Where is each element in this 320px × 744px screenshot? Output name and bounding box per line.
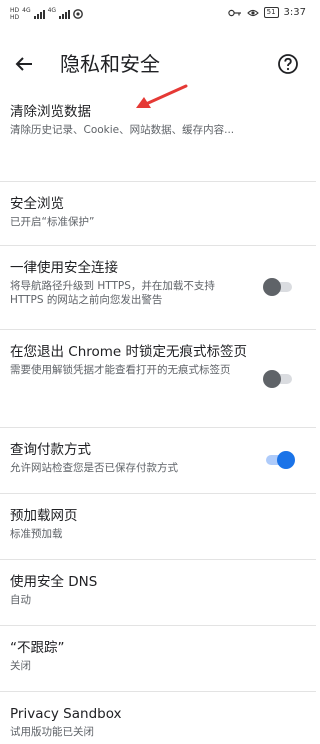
- battery-icon: 51: [263, 7, 279, 18]
- key-icon: [227, 9, 241, 16]
- setting-title: “不跟踪”: [10, 640, 65, 656]
- signal-icon: [59, 9, 71, 19]
- setting-title: 清除浏览数据: [10, 104, 91, 120]
- setting-safe-browsing[interactable]: 安全浏览 已开启“标准保护”: [0, 182, 316, 246]
- setting-secure-dns[interactable]: 使用安全 DNS 自动: [0, 560, 316, 626]
- setting-title: Privacy Sandbox: [10, 706, 122, 722]
- status-bar: HD HD 4G 4G 51 3:37: [0, 0, 316, 32]
- setting-privacy-sandbox[interactable]: Privacy Sandbox 试用版功能已关闭: [0, 692, 316, 744]
- setting-subtitle: 自动: [10, 594, 31, 606]
- setting-subtitle: 已开启“标准保护”: [10, 216, 95, 228]
- setting-lock-incognito-tabs[interactable]: 在您退出 Chrome 时锁定无痕式标签页 需要使用解锁凭据才能查看打开的无痕式…: [0, 330, 316, 428]
- net-top-label: HD: [10, 7, 20, 14]
- status-right: 51 3:37: [227, 7, 306, 18]
- setting-subtitle: 允许网站检查您是否已保存付款方式: [10, 462, 178, 474]
- toggle-switch[interactable]: [264, 451, 295, 469]
- status-left: HD HD 4G 4G: [10, 7, 83, 21]
- setting-title: 预加载网页: [10, 508, 78, 524]
- setting-subtitle: 需要使用解锁凭据才能查看打开的无痕式标签页: [10, 364, 231, 376]
- signal-icon: [33, 9, 45, 19]
- net-bottom-label: HD: [10, 14, 20, 21]
- gen1-label: 4G: [22, 7, 31, 14]
- back-button[interactable]: [8, 48, 40, 80]
- arrow-back-icon: [15, 57, 32, 71]
- setting-preload-pages[interactable]: 预加载网页 标准预加载: [0, 494, 316, 560]
- settings-list: 清除浏览数据 清除历史记录、Cookie、网站数据、缓存内容... 安全浏览 已…: [0, 96, 316, 744]
- setting-do-not-track[interactable]: “不跟踪” 关闭: [0, 626, 316, 692]
- setting-clear-browsing-data[interactable]: 清除浏览数据 清除历史记录、Cookie、网站数据、缓存内容...: [0, 96, 316, 182]
- network-type: HD HD: [10, 7, 19, 21]
- gen2-label: 4G: [47, 7, 57, 14]
- toggle-switch[interactable]: [263, 278, 294, 296]
- setting-title: 在您退出 Chrome 时锁定无痕式标签页: [10, 344, 248, 360]
- notification-icon: [73, 9, 83, 19]
- setting-subtitle: 试用版功能已关闭: [10, 726, 94, 738]
- setting-title: 一律使用安全连接: [10, 260, 118, 276]
- setting-subtitle: 清除历史记录、Cookie、网站数据、缓存内容...: [10, 124, 235, 136]
- setting-always-secure-connections[interactable]: 一律使用安全连接 将导航路径升级到 HTTPS，并在加载不支持 HTTPS 的网…: [0, 246, 316, 330]
- setting-subtitle: 标准预加载: [10, 528, 63, 540]
- help-button[interactable]: [272, 48, 304, 80]
- help-icon: [278, 54, 298, 74]
- toggle-switch[interactable]: [263, 370, 294, 388]
- setting-payment-methods[interactable]: 查询付款方式 允许网站检查您是否已保存付款方式: [0, 428, 316, 494]
- setting-subtitle: 将导航路径升级到 HTTPS，并在加载不支持 HTTPS 的网站之前向您发出警告: [10, 280, 215, 306]
- page-title: 隐私和安全: [60, 52, 160, 76]
- eye-icon: [246, 9, 259, 16]
- setting-title: 查询付款方式: [10, 442, 91, 458]
- setting-title: 使用安全 DNS: [10, 574, 98, 590]
- clock: 3:37: [283, 7, 306, 18]
- setting-title: 安全浏览: [10, 196, 64, 212]
- setting-subtitle: 关闭: [10, 660, 31, 672]
